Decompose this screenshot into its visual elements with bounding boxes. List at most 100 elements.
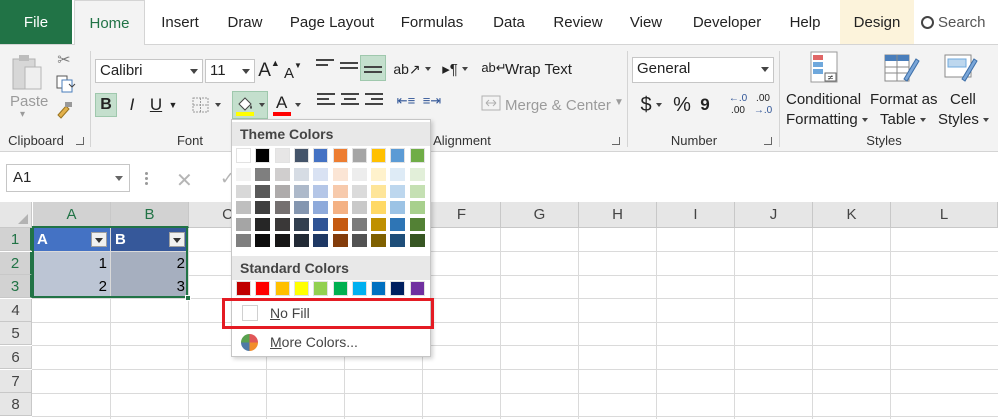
standard-color-swatch[interactable] [293, 281, 309, 296]
cell-styles-button[interactable]: Cell Styles [936, 49, 994, 131]
paste-button[interactable]: Paste ▾ [6, 51, 50, 121]
theme-color-swatch[interactable] [236, 184, 251, 198]
column-header-i[interactable]: I [657, 202, 735, 228]
theme-color-swatch[interactable] [293, 184, 309, 198]
theme-color-swatch[interactable] [409, 234, 425, 247]
tab-review[interactable]: Review [548, 0, 608, 44]
shrink-font-button[interactable]: A ▼ [283, 61, 303, 85]
tab-insert[interactable]: Insert [150, 0, 210, 44]
theme-color-swatch[interactable] [274, 148, 290, 163]
theme-color-swatch[interactable] [390, 148, 406, 163]
theme-color-swatch[interactable] [371, 234, 387, 247]
theme-color-swatch[interactable] [255, 201, 271, 214]
theme-color-swatch[interactable] [332, 148, 348, 163]
increase-indent-icon[interactable]: ≡⇥ [420, 91, 444, 111]
borders-button[interactable] [188, 93, 224, 117]
format-painter-icon[interactable] [54, 101, 74, 119]
theme-color-swatch[interactable] [332, 184, 348, 198]
theme-color-swatch[interactable] [409, 201, 425, 214]
theme-color-swatch[interactable] [236, 148, 251, 163]
currency-button[interactable]: $ [637, 93, 665, 117]
decrease-decimal-button[interactable]: .00 →.0 [752, 91, 774, 119]
standard-color-swatch[interactable] [390, 281, 406, 296]
merge-dropdown-icon[interactable]: ▼ [614, 97, 624, 108]
cut-icon[interactable]: ✂ [54, 51, 74, 69]
row-header-6[interactable]: 6 [0, 346, 32, 369]
standard-color-swatch[interactable] [351, 281, 367, 296]
standard-color-swatch[interactable] [409, 281, 425, 296]
tab-help[interactable]: Help [782, 0, 828, 44]
row-header-4[interactable]: 4 [0, 298, 32, 322]
theme-color-swatch[interactable] [371, 148, 387, 163]
theme-color-swatch[interactable] [390, 168, 406, 181]
column-header-g[interactable]: G [501, 202, 579, 228]
format-as-table-button[interactable]: Format as Table [868, 49, 938, 131]
conditional-formatting-button[interactable]: ≠ Conditional Formatting [784, 49, 868, 131]
theme-color-swatch[interactable] [409, 168, 425, 181]
theme-color-swatch[interactable] [293, 201, 309, 214]
theme-color-swatch[interactable] [390, 184, 406, 198]
wrap-text-button[interactable]: Wrap Text [505, 61, 572, 78]
middle-align-icon[interactable] [340, 62, 358, 76]
standard-color-swatch[interactable] [274, 281, 290, 296]
column-header-j[interactable]: J [735, 202, 813, 228]
search-tell-me[interactable]: Search [921, 0, 986, 44]
bottom-align-button[interactable] [360, 55, 386, 81]
theme-color-swatch[interactable] [274, 184, 290, 198]
fill-color-button[interactable] [232, 91, 268, 119]
theme-color-swatch[interactable] [313, 217, 329, 231]
increase-decimal-button[interactable]: ←.0.00 [727, 91, 749, 119]
bold-button[interactable]: B [95, 93, 117, 117]
theme-color-swatch[interactable] [390, 217, 406, 231]
cancel-icon[interactable]: ✕ [176, 168, 193, 193]
theme-color-swatch[interactable] [409, 184, 425, 198]
font-size-combo[interactable]: 11 [205, 59, 255, 83]
column-header-b[interactable]: B [111, 202, 189, 228]
underline-dropdown-icon[interactable]: ▼ [167, 93, 179, 117]
theme-color-swatch[interactable] [409, 217, 425, 231]
row-header-1[interactable]: 1 [0, 228, 32, 251]
text-direction-button[interactable]: ▸¶ [438, 59, 472, 79]
tab-developer[interactable]: Developer [684, 0, 770, 44]
tab-file[interactable]: File [0, 0, 72, 44]
alignment-launcher-icon[interactable] [612, 137, 620, 145]
theme-color-swatch[interactable] [332, 168, 348, 181]
theme-color-swatch[interactable] [351, 168, 367, 181]
tab-home[interactable]: Home [74, 0, 145, 45]
theme-color-swatch[interactable] [313, 201, 329, 214]
theme-color-swatch[interactable] [236, 168, 251, 181]
theme-color-swatch[interactable] [409, 148, 425, 163]
column-header-k[interactable]: K [813, 202, 891, 228]
decrease-indent-icon[interactable]: ⇤≡ [394, 91, 418, 111]
theme-color-swatch[interactable] [293, 148, 309, 163]
column-header-f[interactable]: F [423, 202, 501, 228]
name-box[interactable]: A1 [6, 164, 130, 192]
theme-color-swatch[interactable] [313, 148, 329, 163]
select-all-button[interactable] [0, 202, 32, 228]
theme-color-swatch[interactable] [255, 234, 271, 247]
theme-color-swatch[interactable] [390, 234, 406, 247]
theme-color-swatch[interactable] [236, 234, 251, 247]
theme-color-swatch[interactable] [255, 184, 271, 198]
theme-color-swatch[interactable] [371, 184, 387, 198]
theme-color-swatch[interactable] [371, 168, 387, 181]
theme-color-swatch[interactable] [236, 217, 251, 231]
orientation-button[interactable]: ab↗ [393, 59, 431, 79]
theme-color-swatch[interactable] [332, 201, 348, 214]
theme-color-swatch[interactable] [332, 217, 348, 231]
merge-center-button[interactable]: Merge & Center [505, 97, 611, 114]
underline-button[interactable]: U [146, 93, 166, 117]
standard-color-swatch[interactable] [236, 281, 251, 296]
theme-color-swatch[interactable] [390, 201, 406, 214]
fill-handle[interactable] [185, 295, 191, 301]
column-header-a[interactable]: A [33, 202, 111, 228]
theme-color-swatch[interactable] [255, 217, 271, 231]
standard-color-swatch[interactable] [313, 281, 329, 296]
comma-button[interactable]: 9 [697, 93, 713, 117]
theme-color-swatch[interactable] [351, 148, 367, 163]
clipboard-launcher-icon[interactable] [76, 137, 84, 145]
theme-color-swatch[interactable] [313, 168, 329, 181]
column-header-l[interactable]: L [891, 202, 998, 228]
theme-color-swatch[interactable] [274, 217, 290, 231]
standard-color-swatch[interactable] [332, 281, 348, 296]
